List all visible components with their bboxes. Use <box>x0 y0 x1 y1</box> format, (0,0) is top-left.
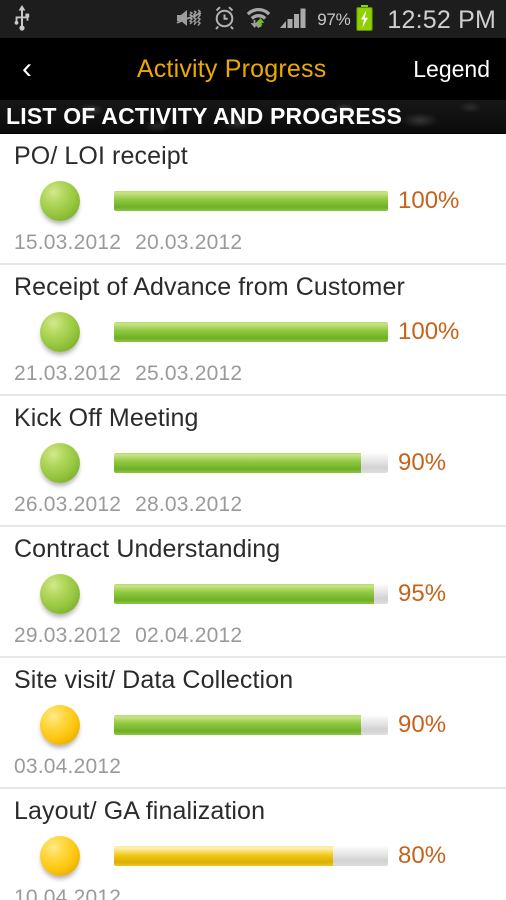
progress-bar-track <box>114 322 388 342</box>
activity-list[interactable]: PO/ LOI receipt 100% 15.03.2012 20.03.2012 R… <box>0 134 506 900</box>
status-bar: 97% 12:52 PM <box>0 0 506 40</box>
legend-button[interactable]: Legend <box>413 56 490 83</box>
progress-bar-fill <box>114 191 388 211</box>
battery-percent-label: 97% <box>317 10 351 29</box>
activity-title: Site visit/ Data Collection <box>14 666 294 694</box>
activity-title: PO/ LOI receipt <box>14 142 188 170</box>
activity-title: Contract Understanding <box>14 535 281 563</box>
wifi-icon <box>246 5 271 35</box>
activity-end-date: 20.03.2012 <box>135 231 243 254</box>
activity-row[interactable]: Site visit/ Data Collection 90% 03.04.2012 <box>0 658 506 789</box>
progress-percent-label: 80% <box>398 842 447 869</box>
progress-bar-fill <box>114 322 388 342</box>
activity-progress-line: 100% <box>0 302 506 360</box>
activity-progress-line: 100% <box>0 171 506 229</box>
activity-start-date: 26.03.2012 <box>14 493 122 516</box>
activity-dates: 10.04.2012 <box>0 884 506 900</box>
activity-start-date: 03.04.2012 <box>14 755 122 778</box>
progress-bar-track <box>114 846 388 866</box>
activity-row[interactable]: Contract Understanding 95% 29.03.2012 02.04… <box>0 527 506 658</box>
activity-row[interactable]: Receipt of Advance from Customer 100% 21.0… <box>0 265 506 396</box>
status-indicator-yellow-icon <box>40 836 80 876</box>
progress-percent-label: 90% <box>398 711 447 738</box>
status-bar-left <box>14 4 30 36</box>
activity-dates: 15.03.2012 20.03.2012 <box>0 229 506 263</box>
activity-progress-line: 95% <box>0 564 506 622</box>
mute-vibrate-icon <box>176 7 203 34</box>
progress-percent-label: 95% <box>398 580 447 607</box>
section-header: LIST OF ACTIVITY AND PROGRESS <box>0 98 506 134</box>
activity-row[interactable]: Layout/ GA finalization 80% 10.04.2012 <box>0 789 506 900</box>
status-bar-right: 97% 12:52 PM <box>176 4 496 36</box>
activity-row[interactable]: PO/ LOI receipt 100% 15.03.2012 20.03.2012 <box>0 134 506 265</box>
activity-progress-line: 90% <box>0 695 506 753</box>
activity-title: Layout/ GA finalization <box>14 797 266 825</box>
activity-dates: 26.03.2012 28.03.2012 <box>0 491 506 525</box>
progress-bar-fill <box>114 453 361 473</box>
usb-icon <box>14 4 30 36</box>
status-indicator-green-icon <box>40 443 80 483</box>
title-bar: ‹ Activity Progress Legend <box>0 40 506 98</box>
progress-bar-fill <box>114 715 361 735</box>
signal-bars-icon <box>280 6 308 35</box>
activity-dates: 21.03.2012 25.03.2012 <box>0 360 506 394</box>
activity-row[interactable]: Kick Off Meeting 90% 26.03.2012 28.03.2012 <box>0 396 506 527</box>
progress-bar-track <box>114 191 388 211</box>
alarm-clock-icon <box>212 5 237 35</box>
battery-charging-icon <box>356 4 374 36</box>
chevron-left-icon: ‹ <box>22 52 32 85</box>
activity-start-date: 15.03.2012 <box>14 231 122 254</box>
page-title: Activity Progress <box>136 54 327 83</box>
progress-bar-track <box>114 584 388 604</box>
progress-bar-fill <box>114 584 375 604</box>
activity-progress-line: 80% <box>0 826 506 884</box>
progress-bar-fill <box>114 846 334 866</box>
progress-percent-label: 90% <box>398 449 447 476</box>
activity-progress-screen: 97% 12:52 PM ‹ Activity Progress Legend … <box>0 0 506 900</box>
status-indicator-green-icon <box>40 574 80 614</box>
back-button[interactable]: ‹ <box>22 54 56 84</box>
activity-end-date: 25.03.2012 <box>135 362 243 385</box>
clock-label: 12:52 PM <box>387 5 496 34</box>
progress-bar-track <box>114 715 388 735</box>
activity-dates: 29.03.2012 02.04.2012 <box>0 622 506 656</box>
activity-title: Kick Off Meeting <box>14 404 199 432</box>
activity-start-date: 29.03.2012 <box>14 624 122 647</box>
activity-start-date: 10.04.2012 <box>14 886 122 900</box>
activity-dates: 03.04.2012 <box>0 753 506 787</box>
progress-percent-label: 100% <box>398 187 460 214</box>
status-indicator-green-icon <box>40 181 80 221</box>
activity-start-date: 21.03.2012 <box>14 362 122 385</box>
activity-end-date: 02.04.2012 <box>135 624 243 647</box>
activity-progress-line: 90% <box>0 433 506 491</box>
activity-title: Receipt of Advance from Customer <box>14 273 405 301</box>
progress-percent-label: 100% <box>398 318 460 345</box>
progress-bar-track <box>114 453 388 473</box>
status-indicator-yellow-icon <box>40 705 80 745</box>
status-indicator-green-icon <box>40 312 80 352</box>
activity-end-date: 28.03.2012 <box>135 493 243 516</box>
